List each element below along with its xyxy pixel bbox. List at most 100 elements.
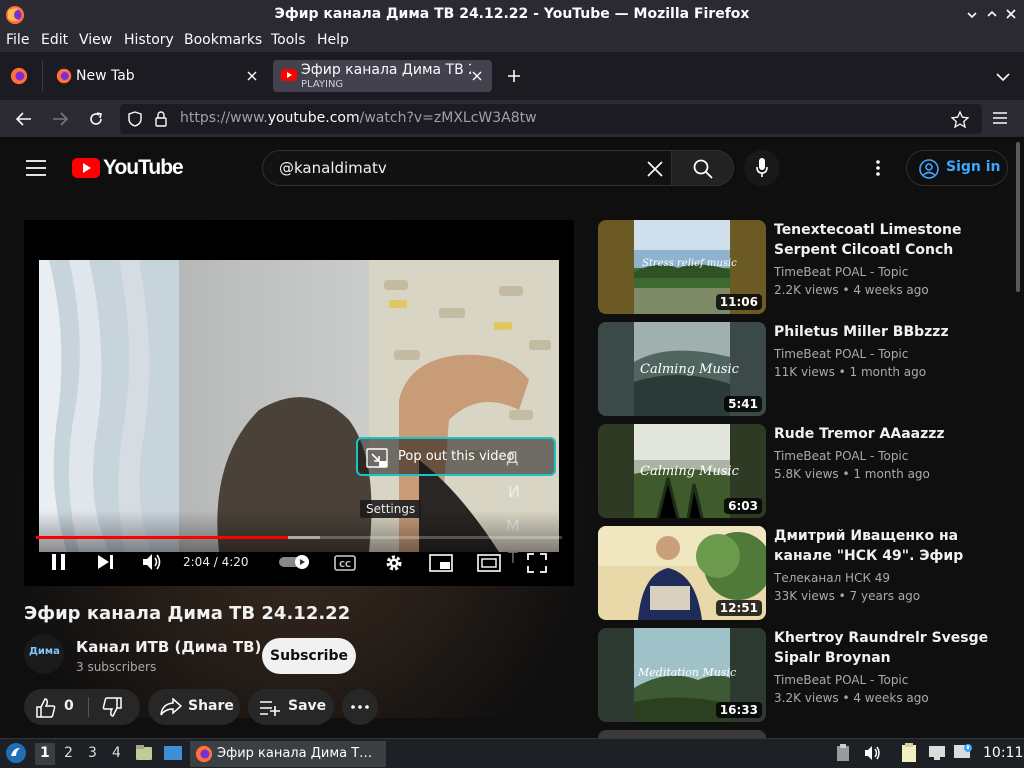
recommended-title[interactable]: Rude Tremor AAaazzz [774, 424, 994, 444]
menu-history[interactable]: History [124, 32, 174, 48]
dislike-icon[interactable] [102, 697, 122, 717]
clipboard-tray-icon[interactable] [836, 744, 850, 762]
video-thumbnail[interactable]: Meditation Music 16:33 [598, 628, 766, 722]
more-actions-button[interactable] [342, 689, 378, 725]
video-thumbnail[interactable]: Calming Music 5:41 [598, 322, 766, 416]
search-button[interactable] [672, 150, 734, 186]
recommended-channel[interactable]: TimeBeat POAL - Topic [774, 449, 908, 463]
bookmark-star-icon[interactable] [951, 111, 969, 128]
recommended-channel[interactable]: TimeBeat POAL - Topic [774, 347, 908, 361]
recommended-title[interactable]: Дмитрий Иващенко на канале "НСК 49". Эфи… [774, 526, 994, 566]
channel-avatar[interactable]: Дима [24, 634, 64, 674]
minimize-icon[interactable] [966, 8, 978, 20]
firefox-taskbar-icon [195, 745, 213, 763]
clear-search-icon[interactable] [647, 161, 663, 177]
menu-edit[interactable]: Edit [41, 32, 68, 48]
recommended-meta: 5.8K views • 1 month ago [774, 467, 930, 481]
taskbar-window-firefox[interactable]: Эфир канала Дима Т… [190, 741, 386, 767]
shield-icon[interactable] [128, 111, 142, 127]
recommended-channel[interactable]: TimeBeat POAL - Topic [774, 673, 908, 687]
volume-icon[interactable] [142, 553, 164, 571]
close-window-icon[interactable] [1005, 8, 1017, 20]
menu-help[interactable]: Help [317, 32, 349, 48]
menu-bar: File Edit View History Bookmarks Tools H… [0, 30, 1024, 52]
tab-label: New Tab [76, 68, 135, 84]
share-button[interactable]: Share [148, 689, 240, 725]
recommended-video[interactable]: Meditation Music 16:33 Khertroy Raundrel… [598, 628, 1018, 722]
show-desktop-icon[interactable] [163, 744, 183, 762]
save-playlist-icon [259, 700, 281, 716]
fullscreen-icon[interactable] [527, 553, 547, 573]
page-scrollbar[interactable] [1016, 142, 1020, 292]
url-path: /watch?v=zMXLcW3A8tw [359, 110, 537, 126]
lock-icon[interactable] [154, 111, 168, 127]
notes-tray-icon[interactable] [901, 743, 917, 763]
video-thumbnail[interactable]: 12:51 [598, 526, 766, 620]
recommended-title[interactable]: Philetus Miller BBbzzz [774, 322, 994, 342]
share-label: Share [188, 698, 234, 714]
next-video-icon[interactable] [97, 554, 115, 570]
recommended-title[interactable]: Khertroy Raundrelr Svesge Sipalr Broynan… [774, 628, 994, 668]
video-frame[interactable] [39, 260, 559, 552]
recommended-channel[interactable]: Телеканал НСК 49 [774, 571, 890, 585]
video-player[interactable]: Pop out this video И М Д Т Settings 2:04… [24, 220, 574, 586]
voice-search-button[interactable] [744, 150, 780, 186]
settings-gear-icon[interactable] [384, 553, 404, 573]
menu-file[interactable]: File [6, 32, 29, 48]
avatar-text: Дима [29, 646, 60, 657]
url-bar[interactable]: https://www.youtube.com/watch?v=zMXLcW3A… [120, 104, 982, 134]
theater-mode-icon[interactable] [477, 554, 501, 572]
menu-bookmarks[interactable]: Bookmarks [184, 32, 262, 48]
recommended-channel[interactable]: TimeBeat POAL - Topic [774, 265, 908, 279]
recommended-video[interactable]: Calming Music 6:03 Rude Tremor AAaazzz T… [598, 424, 1018, 518]
tab-youtube-active[interactable]: Эфир канала Дима ТВ 2 PLAYING [273, 60, 492, 92]
like-divider [88, 697, 89, 717]
list-all-tabs-icon[interactable] [996, 72, 1010, 82]
recommended-video[interactable]: 12:51 Дмитрий Иващенко на канале "НСК 49… [598, 526, 1018, 620]
search-input[interactable]: @kanaldimatv [262, 150, 672, 186]
pause-icon[interactable] [51, 553, 67, 571]
recommended-video[interactable]: Calming Music 5:41 Philetus Miller BBbzz… [598, 322, 1018, 416]
update-notifier-icon[interactable] [953, 743, 973, 761]
menu-view[interactable]: View [79, 32, 112, 48]
volume-tray-icon[interactable] [864, 745, 882, 761]
miniplayer-icon[interactable] [429, 554, 453, 572]
workspace-3[interactable]: 3 [88, 745, 97, 761]
youtube-logo-icon[interactable] [72, 158, 100, 178]
menu-tools[interactable]: Tools [271, 32, 306, 48]
maximize-icon[interactable] [986, 8, 998, 20]
sign-in-button[interactable]: Sign in [906, 150, 1008, 186]
close-tab-icon[interactable] [472, 71, 482, 81]
progress-bar[interactable] [36, 536, 562, 539]
tab-new-tab[interactable]: New Tab [48, 60, 268, 92]
network-tray-icon[interactable] [928, 745, 946, 761]
forward-arrow-icon[interactable] [52, 112, 68, 126]
back-arrow-icon[interactable] [16, 112, 32, 126]
subscribe-button[interactable]: Subscribe [262, 638, 356, 674]
subtitles-icon[interactable]: CC [334, 555, 356, 571]
recommended-video[interactable]: Stress relief music 11:06 Tenextecoatl L… [598, 220, 1018, 314]
autoplay-toggle[interactable] [278, 554, 312, 570]
reload-icon[interactable] [88, 111, 104, 127]
popout-label: Pop out this video [398, 449, 515, 464]
hamburger-menu-icon[interactable] [993, 112, 1007, 124]
channel-name[interactable]: Канал ИТВ (Дима ТВ) [76, 638, 261, 656]
guide-menu-icon[interactable] [26, 160, 46, 176]
video-thumbnail[interactable]: Stress relief music 11:06 [598, 220, 766, 314]
save-button[interactable]: Save [248, 689, 334, 725]
like-icon[interactable] [36, 698, 56, 718]
more-horizontal-icon [351, 705, 369, 709]
new-tab-plus-icon[interactable] [507, 69, 521, 83]
settings-kebab-icon[interactable] [876, 160, 880, 176]
file-manager-icon[interactable] [135, 744, 153, 762]
workspace-2[interactable]: 2 [64, 745, 73, 761]
firefox-view-icon[interactable] [10, 67, 28, 85]
recommended-title[interactable]: Tenextecoatl Limestone Serpent Cilcoatl … [774, 220, 994, 260]
start-menu-icon[interactable] [5, 742, 27, 764]
thumbnail-caption: Calming Music [640, 362, 739, 377]
close-tab-icon[interactable] [247, 71, 257, 81]
workspace-4[interactable]: 4 [112, 745, 121, 761]
search-icon [693, 159, 713, 179]
popout-video-button[interactable]: Pop out this video [356, 437, 556, 476]
video-thumbnail[interactable]: Calming Music 6:03 [598, 424, 766, 518]
